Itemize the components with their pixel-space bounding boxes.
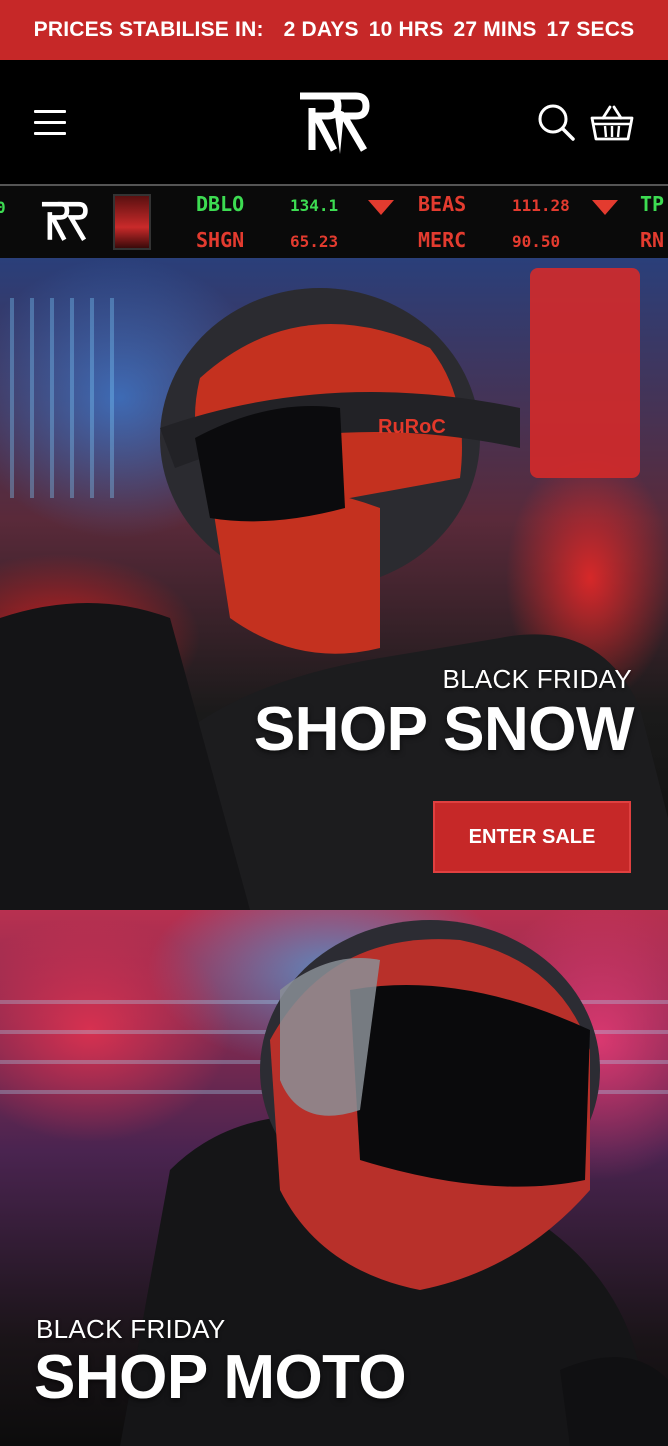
ticker-value: 134.1 <box>290 196 339 215</box>
countdown-minutes: 27 MINS <box>453 18 537 41</box>
ticker-value: 90.50 <box>512 232 561 251</box>
countdown-days: 2 DAYS <box>283 18 359 41</box>
ticker-value: 65.23 <box>290 232 339 251</box>
down-arrow-icon <box>592 200 618 215</box>
snow-headline: SHOP SNOW <box>253 695 635 764</box>
ruroc-logo-icon[interactable] <box>294 88 376 158</box>
ticker-symbol: BEAS <box>418 192 467 216</box>
site-header <box>0 60 668 186</box>
hamburger-menu-icon <box>34 110 66 113</box>
basket-icon[interactable] <box>590 104 634 142</box>
countdown-label: PRICES STABILISE IN: <box>33 18 264 41</box>
enter-sale-button[interactable]: ENTER SALE <box>433 801 631 873</box>
countdown-hours: 10 HRS <box>368 18 444 41</box>
menu-button[interactable] <box>34 110 68 136</box>
helmet-brand-text: RuRoC <box>378 416 446 438</box>
ticker-symbol: SHGN <box>196 228 245 252</box>
ticker-symbol: DBLO <box>196 192 245 216</box>
hero-moto-banner[interactable]: BLACK FRIDAY SHOP MOTO <box>0 910 668 1446</box>
ticker-symbol: RN <box>640 228 665 252</box>
countdown-bar: PRICES STABILISE IN: 2 DAYS 10 HRS 27 MINS … <box>0 0 668 60</box>
search-icon[interactable] <box>536 102 576 142</box>
ticker-banner: 0 DBLO 134.1 BEAS 111.28 TP SHGN 65.23 M… <box>0 186 668 258</box>
moto-eyebrow: BLACK FRIDAY <box>36 1314 226 1344</box>
countdown-seconds: 17 SECS <box>546 18 635 41</box>
ticker-symbol: TP <box>640 192 665 216</box>
moto-headline: SHOP MOTO <box>34 1343 407 1412</box>
ticker-logo-icon <box>41 201 88 241</box>
ticker-symbol: MERC <box>418 228 467 252</box>
hero-snow-banner[interactable]: RuRoC BLACK FRIDAY SHOP SNOW ENTER SALE <box>0 258 668 910</box>
snow-eyebrow: BLACK FRIDAY <box>442 664 632 694</box>
down-arrow-icon <box>368 200 394 215</box>
ticker-chart-bar <box>113 194 151 250</box>
ticker-value: 111.28 <box>512 196 570 215</box>
